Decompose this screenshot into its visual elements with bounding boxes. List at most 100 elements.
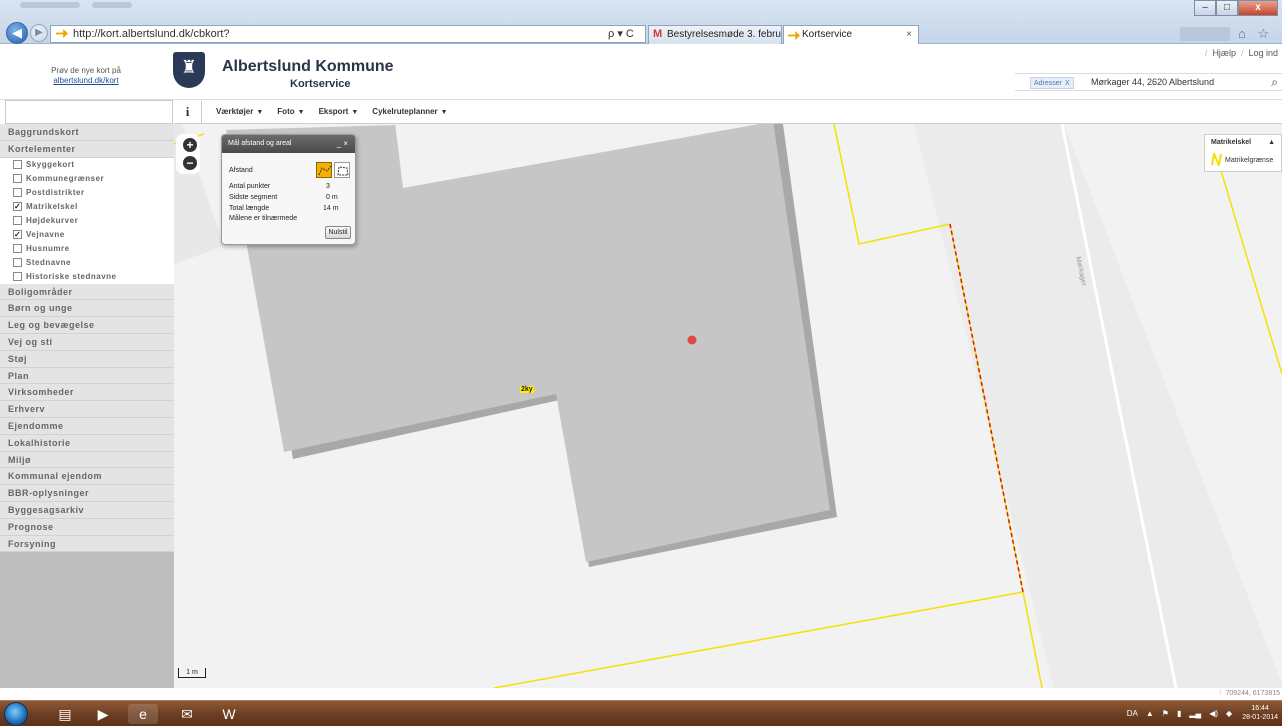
stat-value: 3 <box>326 183 330 190</box>
menu-cykelruteplanner[interactable]: Cykelruteplanner ▼ <box>372 107 447 116</box>
sidebar-section[interactable]: Kortelementer <box>0 140 174 158</box>
layer-item[interactable]: Husnumre <box>0 241 174 256</box>
network-icon[interactable]: ▮ <box>1177 709 1181 718</box>
close-window-button[interactable]: x <box>1238 0 1278 16</box>
checkbox-checked-icon[interactable]: ✓ <box>13 202 22 212</box>
promo-link[interactable]: albertslund.dk/kort <box>53 76 118 85</box>
checkbox-icon[interactable] <box>13 216 22 226</box>
measure-area-icon[interactable] <box>334 162 350 178</box>
zoom-in-button[interactable]: + <box>183 138 197 152</box>
panel-controls[interactable]: _ × <box>337 135 348 153</box>
checkbox-icon[interactable] <box>13 272 22 282</box>
back-button[interactable]: ◀ <box>6 22 28 44</box>
legend-collapse-icon[interactable]: ▲ <box>1268 139 1275 146</box>
layer-item[interactable]: Postdistrikter <box>0 185 174 200</box>
sidebar-section[interactable]: Baggrundskort <box>0 124 174 141</box>
chip-close-icon[interactable]: X <box>1065 80 1070 87</box>
menu-eksport[interactable]: Eksport ▼ <box>319 107 359 116</box>
sidebar-section[interactable]: BBR-oplysninger <box>0 485 174 502</box>
location-marker[interactable] <box>687 335 697 345</box>
zoom-out-button[interactable]: − <box>183 156 197 170</box>
checkbox-checked-icon[interactable]: ✓ <box>13 230 22 240</box>
internet-explorer-icon[interactable]: e <box>128 704 158 724</box>
tab-close-icon[interactable]: × <box>906 26 912 43</box>
sidebar-section[interactable]: Plan <box>0 367 174 385</box>
address-bar[interactable]: http://kort.albertslund.dk/cbkort? <box>50 25 646 43</box>
layer-item[interactable]: ✓ Matrikelskel <box>0 199 174 214</box>
help-link[interactable]: Hjælp <box>1212 48 1236 58</box>
measure-distance-icon[interactable] <box>316 162 332 178</box>
search-icon[interactable]: ⌕ <box>1271 75 1278 90</box>
forward-button[interactable]: ▶ <box>30 24 48 42</box>
section-label: Lokalhistorie <box>8 437 71 448</box>
checkbox-icon[interactable] <box>13 174 22 184</box>
reset-button[interactable]: Nulstil <box>325 226 351 239</box>
sidebar-section[interactable]: Boligområder <box>0 283 174 301</box>
section-label: Plan <box>8 370 30 381</box>
address-search[interactable]: Adresser X Mørkager 44, 2620 Albertslund … <box>1015 73 1282 91</box>
layer-sidebar: Baggrundskort Kortelementer Skyggekort Komm… <box>0 124 174 688</box>
sidebar-search-box[interactable] <box>5 100 173 124</box>
login-link[interactable]: Log ind <box>1248 48 1278 58</box>
checkbox-icon[interactable] <box>13 244 22 254</box>
site-brand: Albertslund Kommune Kortservice <box>222 58 394 90</box>
stat-label: Antal punkter <box>229 183 271 190</box>
start-button[interactable] <box>4 702 28 726</box>
sidebar-section[interactable]: Børn og unge <box>0 300 174 318</box>
tab-label: Bestyrelsesmøde 3. februar hos... <box>667 29 781 40</box>
sidebar-section[interactable]: Kommunal ejendom <box>0 468 174 486</box>
checkbox-icon[interactable] <box>13 188 22 198</box>
layer-item[interactable]: Skyggekort <box>0 157 174 172</box>
sidebar-section[interactable]: Lokalhistorie <box>0 434 174 452</box>
sidebar-section[interactable]: Byggesagsarkiv <box>0 501 174 519</box>
clock[interactable]: 16:44 28-01-2014 <box>1242 704 1278 722</box>
section-label: BBR-oplysninger <box>8 488 90 499</box>
layer-item[interactable]: Højdekurver <box>0 213 174 228</box>
maximize-button[interactable]: □ <box>1216 0 1238 16</box>
language-indicator[interactable]: DA <box>1127 709 1138 718</box>
menu-vaerktoejer[interactable]: Værktøjer ▼ <box>216 107 263 116</box>
browser-search-box[interactable] <box>1180 27 1230 41</box>
layer-item[interactable]: Kommunegrænser <box>0 171 174 186</box>
window-title <box>20 2 80 8</box>
sidebar-section[interactable]: Prognose <box>0 518 174 536</box>
measure-panel: Mål afstand og areal _ × Afstand Antal p… <box>221 134 356 245</box>
legend-title: Matrikelskel <box>1211 139 1252 146</box>
layer-item[interactable]: Stednavne <box>0 255 174 270</box>
checkbox-icon[interactable] <box>13 160 22 170</box>
tab-kortservice[interactable]: Kortservice × <box>783 25 919 44</box>
info-button[interactable]: i <box>174 100 202 123</box>
promo-line: Prøv de nye kort på <box>51 66 121 75</box>
outlook-icon[interactable]: ✉ <box>172 704 202 724</box>
menu-foto[interactable]: Foto ▼ <box>277 107 304 116</box>
layer-label: Vejnavne <box>26 229 65 239</box>
explorer-icon[interactable]: ▤ <box>50 704 80 724</box>
checkbox-icon[interactable] <box>13 258 22 268</box>
volume-icon[interactable]: ◀) <box>1209 709 1218 718</box>
site-subtitle: Kortservice <box>290 78 351 90</box>
tab-gmail[interactable]: M Bestyrelsesmøde 3. februar hos... <box>648 25 782 44</box>
minimize-button[interactable]: – <box>1194 0 1216 16</box>
sidebar-section[interactable]: Vej og sti <box>0 333 174 351</box>
sidebar-section[interactable]: Støj <box>0 350 174 368</box>
sidebar-section[interactable]: Miljø <box>0 451 174 469</box>
search-input[interactable]: Mørkager 44, 2620 Albertslund <box>1091 77 1214 87</box>
word-icon[interactable]: W <box>214 704 244 724</box>
media-player-icon[interactable]: ▶ <box>88 704 118 724</box>
dropbox-icon[interactable]: ◆ <box>1226 709 1232 718</box>
flag-icon[interactable]: ⚑ <box>1162 709 1169 718</box>
signal-icon[interactable]: ▂▄ <box>1189 709 1201 718</box>
measure-panel-header[interactable]: Mål afstand og areal _ × <box>222 135 355 153</box>
tray-expand-icon[interactable]: ▲ <box>1146 709 1154 718</box>
sidebar-section[interactable]: Forsyning <box>0 535 174 553</box>
sidebar-section[interactable]: Virksomheder <box>0 384 174 402</box>
search-filter-chip[interactable]: Adresser X <box>1030 77 1074 89</box>
layer-item[interactable]: ✓ Vejnavne <box>0 227 174 242</box>
measure-panel-title: Mål afstand og areal <box>228 140 292 147</box>
address-controls[interactable]: ρ ▾ C <box>608 27 634 40</box>
stat-label: Total længde <box>229 205 270 212</box>
sidebar-section[interactable]: Erhverv <box>0 401 174 418</box>
layer-item[interactable]: Historiske stednavne <box>0 269 174 284</box>
sidebar-section[interactable]: Ejendomme <box>0 417 174 435</box>
sidebar-section[interactable]: Leg og bevægelse <box>0 317 174 334</box>
